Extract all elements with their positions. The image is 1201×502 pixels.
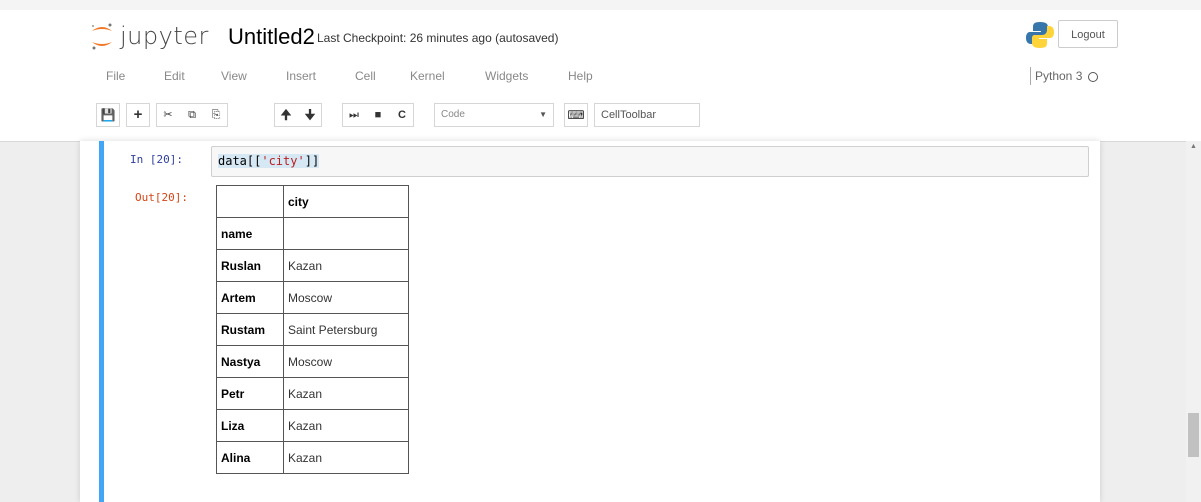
command-palette-button[interactable]: ⌨ bbox=[564, 103, 588, 127]
copy-button[interactable]: ⧉ bbox=[181, 104, 203, 126]
row-city-value: Kazan bbox=[283, 377, 409, 410]
kernel-name: Python 3 bbox=[1035, 69, 1083, 83]
jupyter-logo-icon bbox=[90, 21, 114, 51]
cell-type-value: Code bbox=[441, 109, 465, 120]
menu-insert[interactable]: Insert bbox=[286, 69, 316, 83]
restart-button[interactable]: C bbox=[391, 104, 413, 126]
selected-cell-indicator bbox=[99, 141, 104, 502]
row-index-name: Petr bbox=[216, 377, 284, 410]
table-row: Alina Kazan bbox=[216, 441, 409, 474]
table-row: Liza Kazan bbox=[216, 409, 409, 442]
row-city-value: Saint Petersburg bbox=[283, 313, 409, 346]
code-text: data[['city']] bbox=[218, 154, 320, 168]
save-button[interactable]: 💾 bbox=[96, 103, 120, 127]
arrow-down-icon: 🠋 bbox=[304, 107, 316, 122]
table-row: Artem Moscow bbox=[216, 281, 409, 314]
paste-button[interactable]: ⎘ bbox=[205, 104, 227, 126]
cell-type-select[interactable]: Code ▼ bbox=[434, 103, 554, 127]
row-city-value: Kazan bbox=[283, 409, 409, 442]
table-row: Ruslan Kazan bbox=[216, 249, 409, 282]
interrupt-button[interactable]: ■ bbox=[367, 104, 389, 126]
kernel-indicator[interactable]: Python 3 bbox=[1030, 67, 1099, 85]
step-forward-icon: ⏭ bbox=[349, 109, 359, 121]
notebook-header: jupyter Untitled2 Last Checkpoint: 26 mi… bbox=[0, 0, 1201, 142]
celltoolbar-button[interactable]: CellToolbar bbox=[594, 103, 700, 127]
menu-file[interactable]: File bbox=[106, 69, 125, 83]
menu-edit[interactable]: Edit bbox=[164, 69, 185, 83]
row-index-name: Liza bbox=[216, 409, 284, 442]
code-string: 'city' bbox=[261, 154, 305, 168]
move-up-button[interactable]: 🠉 bbox=[275, 104, 297, 126]
jupyter-logo[interactable]: jupyter bbox=[90, 20, 209, 52]
paste-icon: ⎘ bbox=[211, 109, 221, 121]
menu-kernel[interactable]: Kernel bbox=[410, 69, 445, 83]
code-suffix: ]] bbox=[304, 154, 320, 168]
jupyter-logo-text: jupyter bbox=[120, 22, 209, 50]
scrollbar-thumb[interactable] bbox=[1188, 413, 1199, 457]
row-index-name: Nastya bbox=[216, 345, 284, 378]
input-prompt: In [20]: bbox=[130, 153, 183, 166]
clipboard-button-group: ✂ ⧉ ⎘ bbox=[156, 103, 228, 127]
cut-button[interactable]: ✂ bbox=[157, 104, 179, 126]
insert-cell-button[interactable]: + bbox=[126, 103, 150, 127]
page-scrollbar[interactable]: ▲ bbox=[1186, 141, 1201, 502]
row-index-name: Artem bbox=[216, 281, 284, 314]
code-prefix: data[[ bbox=[218, 154, 262, 168]
move-button-group: 🠉 🠋 bbox=[274, 103, 322, 127]
kernel-idle-icon bbox=[1088, 71, 1099, 82]
row-city-value: Moscow bbox=[283, 281, 409, 314]
row-index-name: Ruslan bbox=[216, 249, 284, 282]
row-city-value: Kazan bbox=[283, 441, 409, 474]
menu-bar: File Edit View Insert Cell Kernel Widget… bbox=[90, 65, 1130, 91]
menu-cell[interactable]: Cell bbox=[355, 69, 376, 83]
table-corner-cell bbox=[216, 185, 284, 218]
run-button[interactable]: ⏭ bbox=[343, 104, 365, 126]
run-button-group: ⏭ ■ C bbox=[342, 103, 414, 127]
python-logo-icon bbox=[1025, 20, 1055, 50]
index-name-empty-cell bbox=[283, 217, 409, 250]
arrow-up-icon: 🠉 bbox=[280, 107, 292, 122]
copy-icon: ⧉ bbox=[188, 109, 196, 121]
row-city-value: Moscow bbox=[283, 345, 409, 378]
logout-button[interactable]: Logout bbox=[1058, 20, 1118, 48]
stop-icon: ■ bbox=[374, 109, 382, 121]
code-input-area[interactable]: data[['city']] bbox=[211, 146, 1089, 177]
checkpoint-status: Last Checkpoint: 26 minutes ago (autosav… bbox=[317, 31, 559, 45]
plus-icon: + bbox=[133, 106, 143, 123]
index-name-header: name bbox=[216, 217, 284, 250]
save-icon: 💾 bbox=[100, 108, 116, 122]
row-city-value: Kazan bbox=[283, 249, 409, 282]
browser-top-strip bbox=[0, 0, 1201, 10]
output-prompt: Out[20]: bbox=[135, 191, 188, 204]
table-row: Rustam Saint Petersburg bbox=[216, 313, 409, 346]
table-row: Nastya Moscow bbox=[216, 345, 409, 378]
index-name-row: name bbox=[216, 217, 409, 250]
table-row: Petr Kazan bbox=[216, 377, 409, 410]
column-header-city: city bbox=[283, 185, 409, 218]
cut-icon: ✂ bbox=[163, 109, 173, 121]
notebook-title[interactable]: Untitled2 bbox=[228, 24, 315, 50]
keyboard-icon: ⌨ bbox=[567, 108, 585, 122]
dataframe-table: city name Ruslan Kazan Artem Moscow Rustam Sa… bbox=[216, 185, 409, 474]
row-index-name: Alina bbox=[216, 441, 284, 474]
move-down-button[interactable]: 🠋 bbox=[299, 104, 321, 126]
menu-widgets[interactable]: Widgets bbox=[485, 69, 528, 83]
scroll-up-arrow-icon[interactable]: ▲ bbox=[1190, 143, 1197, 150]
menu-help[interactable]: Help bbox=[568, 69, 593, 83]
table-header-row: city bbox=[216, 185, 409, 218]
chevron-down-icon: ▼ bbox=[539, 110, 547, 119]
row-index-name: Rustam bbox=[216, 313, 284, 346]
restart-icon: C bbox=[398, 109, 406, 121]
menu-view[interactable]: View bbox=[221, 69, 247, 83]
